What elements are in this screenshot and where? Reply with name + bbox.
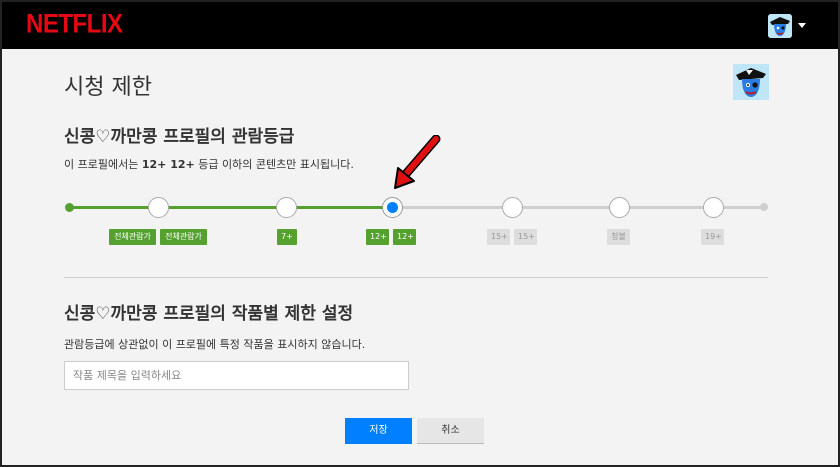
account-menu[interactable] bbox=[768, 14, 808, 38]
cancel-button[interactable]: 취소 bbox=[417, 418, 484, 444]
caret-down-icon[interactable] bbox=[798, 23, 806, 28]
rating-badge: 12+ bbox=[366, 229, 389, 245]
rating-badge: 청불 bbox=[607, 229, 630, 245]
maturity-level-12-selected[interactable] bbox=[382, 197, 403, 218]
rating-badge: 전체관람가 bbox=[109, 229, 156, 245]
maturity-rating-value: 12+ 12+ bbox=[141, 158, 195, 171]
rating-badge: 7+ bbox=[277, 229, 297, 245]
main-content: 시청 제한 신콩♡까만콩 프로필의 관람등급 이 프로필에서는 12+ 12+ … bbox=[2, 49, 838, 465]
app-window: NETFLIX 시청 제한 신콩♡까만콩 프로필의 관람등급 이 프로필에서는 … bbox=[0, 0, 840, 467]
top-navigation-bar: NETFLIX bbox=[2, 2, 838, 49]
rating-badge: 15+ bbox=[514, 229, 537, 245]
slider-start-dot bbox=[65, 203, 74, 212]
maturity-level-15[interactable] bbox=[502, 197, 523, 218]
red-arrow-icon bbox=[394, 135, 441, 189]
rating-badge: 15+ bbox=[487, 229, 510, 245]
section-divider bbox=[64, 277, 768, 278]
profile-avatar-icon[interactable] bbox=[768, 14, 792, 38]
title-search-input[interactable] bbox=[64, 361, 409, 390]
maturity-level-19[interactable] bbox=[703, 197, 724, 218]
maturity-description: 이 프로필에서는 12+ 12+ 등급 이하의 콘텐츠만 표시됩니다. bbox=[64, 158, 354, 171]
rating-badge: 19+ bbox=[701, 229, 724, 245]
page-title: 시청 제한 bbox=[64, 75, 152, 100]
netflix-logo[interactable]: NETFLIX bbox=[26, 10, 123, 41]
maturity-level-18[interactable] bbox=[609, 197, 630, 218]
maturity-level-7[interactable] bbox=[276, 197, 297, 218]
maturity-section-title: 신콩♡까만콩 프로필의 관람등급 bbox=[64, 127, 295, 147]
rating-badge: 12+ bbox=[393, 229, 416, 245]
maturity-level-all[interactable] bbox=[148, 197, 169, 218]
restrictions-section-title: 신콩♡까만콩 프로필의 작품별 제한 설정 bbox=[64, 304, 354, 324]
slider-end-dot bbox=[760, 203, 768, 211]
restrictions-description: 관람등급에 상관없이 이 프로필에 특정 작품을 표시하지 않습니다. bbox=[64, 338, 366, 351]
save-button[interactable]: 저장 bbox=[345, 418, 412, 444]
rating-badge: 전체관람가 bbox=[160, 229, 207, 245]
profile-avatar-icon bbox=[733, 64, 769, 100]
maturity-slider-fill bbox=[69, 206, 392, 209]
